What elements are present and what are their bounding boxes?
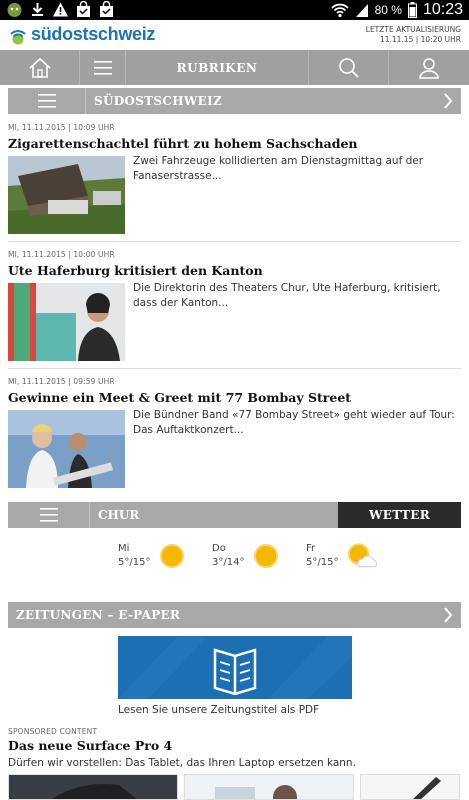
sponsored-title[interactable]: Das neue Surface Pro 4	[8, 738, 172, 753]
section-title: SÜDOSTSCHWEIZ	[94, 94, 223, 108]
forecast-temps: 5°/15°	[118, 557, 151, 568]
chevron-right-icon	[444, 607, 453, 623]
forecast-day-name: Mi	[118, 543, 130, 554]
download-icon	[32, 3, 43, 16]
battery-icon	[407, 2, 417, 18]
article-meta: MI, 11.11.2015 | 10:09 UHR	[8, 123, 115, 132]
sun-icon	[160, 544, 184, 568]
menu-icon	[39, 508, 58, 522]
forecast-day-name: Fr	[306, 543, 316, 554]
epaper-arrow-button[interactable]	[435, 607, 461, 623]
sponsored-images	[8, 774, 469, 800]
warning-icon	[53, 2, 68, 17]
article-headline[interactable]: Gewinne ein Meet & Greet mit 77 Bombay S…	[8, 390, 461, 405]
search-icon	[338, 57, 359, 78]
section-bar-epaper[interactable]: ZEITUNGEN – E-PAPER	[8, 602, 461, 628]
accident-photo	[8, 156, 125, 234]
menu-icon	[37, 94, 56, 108]
battery-percent: 80 %	[374, 3, 402, 17]
portrait-photo	[8, 283, 125, 361]
forecast-day-name: Do	[212, 543, 226, 554]
sun-icon	[254, 544, 278, 568]
forecast-temps: 3°/14°	[212, 557, 245, 568]
sun-cloud-icon	[347, 543, 377, 568]
weather-forecast: Mi 5°/15° Do 3°/14° Fr 5°/15°	[118, 542, 378, 570]
sponsored-photo	[9, 775, 177, 799]
logo[interactable]: südostschweiz	[8, 24, 155, 45]
book-icon	[118, 636, 352, 699]
sponsored-image[interactable]	[8, 774, 178, 800]
home-button[interactable]	[0, 50, 80, 85]
article-item[interactable]: MI, 11.11.2015 | 10:00 UHR Ute Haferburg…	[8, 250, 461, 361]
article-thumbnail[interactable]	[8, 156, 125, 234]
article-item[interactable]: MI, 11.11.2015 | 09:59 UHR Gewinne ein M…	[8, 377, 461, 488]
section-bar-suedostschweiz[interactable]: SÜDOSTSCHWEIZ	[8, 88, 461, 114]
forecast-temps: 5°/15°	[306, 557, 339, 568]
sponsored-image[interactable]	[184, 774, 354, 800]
forecast-day: Fr 5°/15°	[306, 542, 378, 570]
logo-text: südostschweiz	[31, 24, 156, 44]
update-label: LETZTE AKTUALISIERUNG	[365, 25, 461, 34]
divider	[8, 241, 461, 242]
epaper-banner[interactable]	[118, 636, 352, 699]
logo-header: südostschweiz LETZTE AKTUALISIERUNG 11.1…	[0, 20, 469, 50]
sponsored-image[interactable]	[360, 774, 460, 800]
nav-bar: RUBRIKEN	[0, 50, 469, 85]
forecast-day: Do 3°/14°	[212, 542, 284, 570]
band-photo	[8, 410, 125, 488]
weather-menu-button[interactable]	[8, 502, 90, 528]
wetter-button[interactable]: WETTER	[338, 502, 461, 528]
logo-wifi-icon	[10, 29, 26, 44]
wifi-icon	[330, 3, 349, 18]
article-teaser: Die Direktorin des Theaters Chur, Ute Ha…	[133, 282, 441, 309]
rubriken-button[interactable]: RUBRIKEN	[126, 50, 309, 85]
user-button[interactable]	[389, 50, 469, 85]
update-time: 11.11.15 | 10:20 UHR	[379, 35, 461, 44]
home-icon	[28, 57, 51, 78]
chevron-right-icon	[444, 93, 453, 109]
search-button[interactable]	[309, 50, 389, 85]
article-meta: MI, 11.11.2015 | 10:00 UHR	[8, 250, 115, 259]
article-thumbnail[interactable]	[8, 410, 125, 488]
signal-icon	[355, 4, 368, 17]
article-headline[interactable]: Zigarettenschachtel führt zu hohem Sachs…	[8, 136, 461, 151]
shopping-bag-icon	[77, 1, 90, 17]
android-robot-icon	[7, 3, 22, 17]
last-update: LETZTE AKTUALISIERUNG 11.11.15 | 10:20 U…	[366, 25, 461, 45]
divider	[8, 368, 461, 369]
article-meta: MI, 11.11.2015 | 09:59 UHR	[8, 377, 115, 386]
shopping-bag-icon	[100, 1, 113, 17]
section-arrow-button[interactable]	[435, 93, 461, 109]
status-bar: 80 % 10:23	[0, 0, 469, 20]
epaper-title: ZEITUNGEN – E-PAPER	[16, 608, 181, 622]
clock: 10:23	[422, 1, 463, 18]
weather-bar: CHUR WETTER	[8, 502, 461, 528]
article-teaser: Die Bündner Band «77 Bombay Street» geht…	[133, 409, 455, 436]
menu-button[interactable]	[80, 50, 126, 85]
sponsored-label: SPONSORED CONTENT	[8, 727, 98, 736]
article-thumbnail[interactable]	[8, 283, 125, 361]
sponsored-photo	[361, 775, 459, 799]
forecast-day: Mi 5°/15°	[118, 542, 190, 570]
weather-city[interactable]: CHUR	[90, 502, 338, 528]
section-menu-button[interactable]	[8, 88, 86, 114]
article-teaser: Zwei Fahrzeuge kollidierten am Dienstagm…	[133, 155, 424, 182]
article-item[interactable]: MI, 11.11.2015 | 10:09 UHR Zigarettensch…	[8, 123, 461, 234]
sponsored-photo	[185, 775, 353, 799]
article-headline[interactable]: Ute Haferburg kritisiert den Kanton	[8, 263, 461, 278]
epaper-caption[interactable]: Lesen Sie unsere Zeitungstitel als PDF	[118, 704, 319, 716]
menu-icon	[93, 60, 112, 75]
user-icon	[419, 57, 439, 79]
sponsored-teaser: Dürfen wir vorstellen: Das Tablet, das I…	[8, 757, 356, 769]
